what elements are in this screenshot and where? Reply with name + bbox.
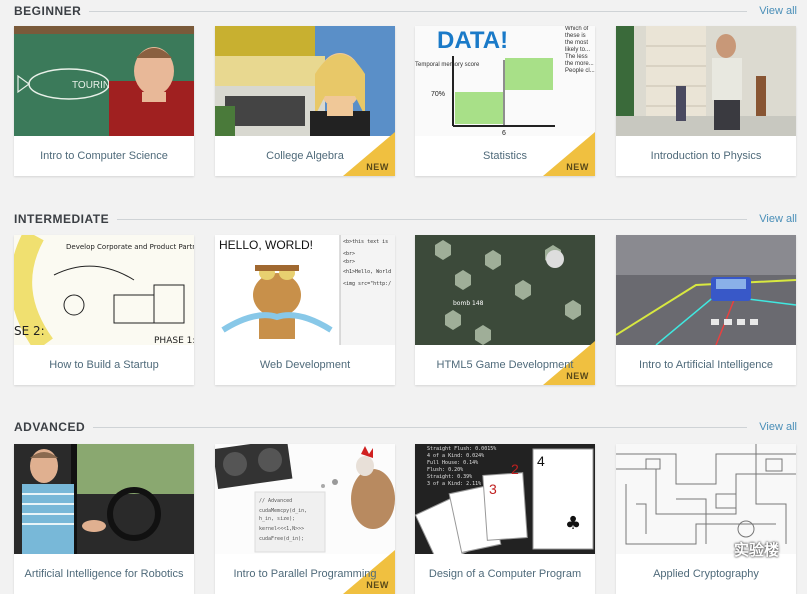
section-header: ADVANCED View all bbox=[14, 419, 797, 435]
section-header: INTERMEDIATE View all bbox=[14, 211, 797, 227]
course-thumbnail: bomb 148 bbox=[415, 235, 595, 345]
axis-label: Temporal memory score bbox=[415, 62, 480, 68]
code-line: <img src="http:/ bbox=[343, 281, 391, 287]
code-line: // Advanced bbox=[259, 498, 292, 504]
code-line: cudaFree(d_in); bbox=[259, 536, 304, 542]
course-card-college-algebra[interactable]: NEW College Algebra bbox=[215, 26, 395, 176]
code-line: Straight Flush: 0.0015% bbox=[427, 446, 496, 452]
course-title: Applied Cryptography bbox=[653, 568, 759, 580]
svg-text:♣: ♣ bbox=[565, 513, 581, 534]
svg-text:3: 3 bbox=[489, 481, 497, 497]
chalk-text: DATA! bbox=[437, 27, 508, 54]
course-card-ai-robotics[interactable]: Artificial Intelligence for Robotics bbox=[14, 444, 194, 594]
course-card-build-startup[interactable]: Develop Corporate and Product Partnershi… bbox=[14, 235, 194, 385]
course-title: Statistics bbox=[482, 150, 527, 162]
course-title: Intro to Computer Science bbox=[40, 150, 168, 162]
course-thumbnail: TOURING bbox=[14, 26, 194, 136]
course-card-intro-cs[interactable]: TOURING Intro to Computer Science bbox=[14, 26, 194, 176]
course-title: Design of a Computer Program bbox=[428, 568, 582, 580]
course-thumbnail bbox=[616, 26, 796, 136]
svg-text:4: 4 bbox=[537, 453, 545, 469]
course-card-intro-ai[interactable]: Intro to Artificial Intelligence bbox=[616, 235, 796, 385]
divider bbox=[14, 219, 747, 220]
section-title: BEGINNER bbox=[14, 3, 90, 19]
chalk-text: SE 2: bbox=[14, 324, 45, 338]
tick-label: 70% bbox=[431, 91, 445, 98]
watermark-logo: 实验楼 bbox=[733, 542, 779, 559]
course-thumbnail: Develop Corporate and Product Partnershi… bbox=[14, 235, 194, 345]
chalk-text: PHASE 1: bbox=[154, 336, 194, 345]
code-line: Full House: 0.14% bbox=[427, 460, 478, 466]
code-line: kernel<<<1,N>>> bbox=[259, 526, 304, 532]
code-line: cudaMemcpy(d_in, bbox=[259, 508, 307, 514]
view-all-link[interactable]: View all bbox=[753, 3, 797, 19]
course-thumbnail bbox=[215, 26, 395, 136]
game-label: bomb 148 bbox=[453, 300, 484, 307]
course-title: How to Build a Startup bbox=[49, 359, 159, 371]
section-title: ADVANCED bbox=[14, 419, 94, 435]
code-line: Straight: 0.39% bbox=[427, 474, 472, 480]
course-card-web-development[interactable]: HELLO, WORLD! <b>this text is <br> <br> … bbox=[215, 235, 395, 385]
code-line: 4 of a Kind: 0.024% bbox=[427, 453, 484, 459]
divider bbox=[14, 427, 747, 428]
section-header: BEGINNER View all bbox=[14, 3, 797, 19]
course-title: Intro to Artificial Intelligence bbox=[639, 359, 773, 371]
code-line: <br> bbox=[343, 259, 355, 265]
section-title: INTERMEDIATE bbox=[14, 211, 118, 227]
course-title: Artificial Intelligence for Robotics bbox=[24, 568, 184, 580]
code-line: <b>this text is bbox=[343, 239, 388, 245]
course-title: Web Development bbox=[259, 359, 351, 371]
code-line: h_in, size); bbox=[259, 516, 295, 522]
divider bbox=[14, 11, 747, 12]
course-thumbnail bbox=[616, 235, 796, 345]
code-line: <h1>Hello, World bbox=[343, 269, 391, 275]
course-thumbnail bbox=[14, 444, 194, 554]
course-title: Introduction to Physics bbox=[650, 150, 762, 162]
side-notes: Which of these is the most likely to... … bbox=[565, 26, 595, 74]
course-title: Intro to Parallel Programming bbox=[233, 568, 377, 580]
course-thumbnail: HELLO, WORLD! <b>this text is <br> <br> … bbox=[215, 235, 395, 345]
code-line: 3 of a Kind: 2.11% bbox=[427, 481, 481, 487]
view-all-link[interactable]: View all bbox=[753, 419, 797, 435]
course-thumbnail bbox=[616, 444, 796, 554]
view-all-link[interactable]: View all bbox=[753, 211, 797, 227]
course-card-applied-cryptography[interactable]: Applied Cryptography bbox=[616, 444, 796, 594]
course-thumbnail: Straight Flush: 0.0015% 4 of a Kind: 0.0… bbox=[415, 444, 595, 554]
chalk-text: Develop Corporate and Product Partnershi… bbox=[66, 243, 194, 251]
course-card-statistics[interactable]: DATA! Temporal memory score 70% 6 Which … bbox=[415, 26, 595, 176]
course-title: College Algebra bbox=[266, 150, 344, 162]
chalk-text: HELLO, WORLD! bbox=[219, 238, 313, 252]
course-card-parallel-programming[interactable]: // Advanced cudaMemcpy(d_in, h_in, size)… bbox=[215, 444, 395, 594]
course-card-design-computer-program[interactable]: Straight Flush: 0.0015% 4 of a Kind: 0.0… bbox=[415, 444, 595, 594]
course-thumbnail: DATA! Temporal memory score 70% 6 Which … bbox=[415, 26, 595, 136]
course-card-html5-game[interactable]: bomb 148 NEW HTML5 Game Development bbox=[415, 235, 595, 385]
course-card-intro-physics[interactable]: Introduction to Physics bbox=[616, 26, 796, 176]
code-line: Flush: 0.20% bbox=[427, 467, 463, 473]
course-thumbnail: // Advanced cudaMemcpy(d_in, h_in, size)… bbox=[215, 444, 395, 554]
course-title: HTML5 Game Development bbox=[436, 359, 574, 371]
code-line: <br> bbox=[343, 251, 355, 257]
svg-text:2: 2 bbox=[511, 461, 519, 477]
